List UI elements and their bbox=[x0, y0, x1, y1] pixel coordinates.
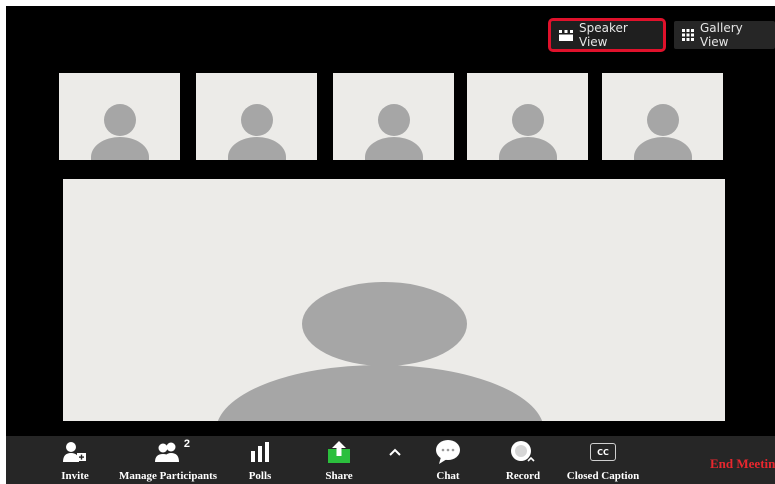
speaker-avatar-head bbox=[302, 282, 467, 366]
manage-participants-label: Manage Participants bbox=[118, 470, 218, 482]
meeting-window: Speaker View Gallery View Invite 2 Manag… bbox=[6, 6, 775, 484]
participant-thumbnail[interactable] bbox=[467, 73, 588, 160]
avatar-body bbox=[364, 137, 423, 160]
manage-participants-button[interactable]: 2 Manage Participants bbox=[110, 436, 226, 484]
chat-bubble-icon bbox=[435, 438, 461, 466]
avatar-body bbox=[90, 137, 149, 160]
avatar-body bbox=[633, 137, 692, 160]
avatar-body bbox=[498, 137, 557, 160]
speaker-view-icon bbox=[559, 29, 573, 41]
avatar-head bbox=[240, 104, 273, 136]
invite-icon bbox=[63, 438, 87, 466]
participant-thumbnail[interactable] bbox=[602, 73, 723, 160]
avatar-head bbox=[511, 104, 544, 136]
speaker-avatar-body bbox=[216, 365, 544, 421]
share-options-button[interactable]: . bbox=[382, 436, 408, 484]
active-speaker-video bbox=[63, 179, 725, 421]
chat-label: Chat bbox=[436, 470, 460, 482]
closed-caption-icon: CC bbox=[590, 438, 616, 466]
record-button[interactable]: Record bbox=[500, 436, 546, 484]
avatar-head bbox=[377, 104, 410, 136]
polls-button[interactable]: Polls bbox=[238, 436, 282, 484]
closed-caption-label: Closed Caption bbox=[566, 470, 640, 482]
participant-thumbnail[interactable] bbox=[333, 73, 454, 160]
share-screen-icon bbox=[327, 438, 351, 466]
avatar-head bbox=[103, 104, 136, 136]
participants-icon: 2 bbox=[154, 438, 190, 466]
closed-caption-button[interactable]: CC Closed Caption bbox=[560, 436, 646, 484]
avatar-head bbox=[646, 104, 679, 136]
gallery-view-label: Gallery View bbox=[700, 21, 743, 49]
record-icon bbox=[510, 438, 536, 466]
chat-button[interactable]: Chat bbox=[426, 436, 470, 484]
speaker-view-button[interactable]: Speaker View bbox=[548, 18, 666, 52]
polls-label: Polls bbox=[248, 470, 272, 482]
participant-thumbnail[interactable] bbox=[59, 73, 180, 160]
participant-count-badge: 2 bbox=[183, 438, 190, 450]
invite-label: Invite bbox=[61, 470, 89, 482]
gallery-grid-icon bbox=[682, 29, 694, 41]
invite-button[interactable]: Invite bbox=[50, 436, 100, 484]
cc-badge: CC bbox=[590, 443, 616, 461]
share-button[interactable]: Share bbox=[316, 436, 362, 484]
participant-thumbnail[interactable] bbox=[196, 73, 317, 160]
record-label: Record bbox=[505, 470, 541, 482]
share-label: Share bbox=[325, 470, 353, 482]
chevron-up-icon bbox=[389, 438, 401, 466]
speaker-view-label: Speaker View bbox=[579, 21, 628, 49]
polls-icon bbox=[250, 438, 270, 466]
meeting-toolbar: Invite 2 Manage Participants Polls Share… bbox=[6, 436, 775, 484]
end-meeting-button[interactable]: End Meeting bbox=[710, 456, 775, 472]
avatar-body bbox=[227, 137, 286, 160]
gallery-view-button[interactable]: Gallery View bbox=[674, 21, 775, 49]
